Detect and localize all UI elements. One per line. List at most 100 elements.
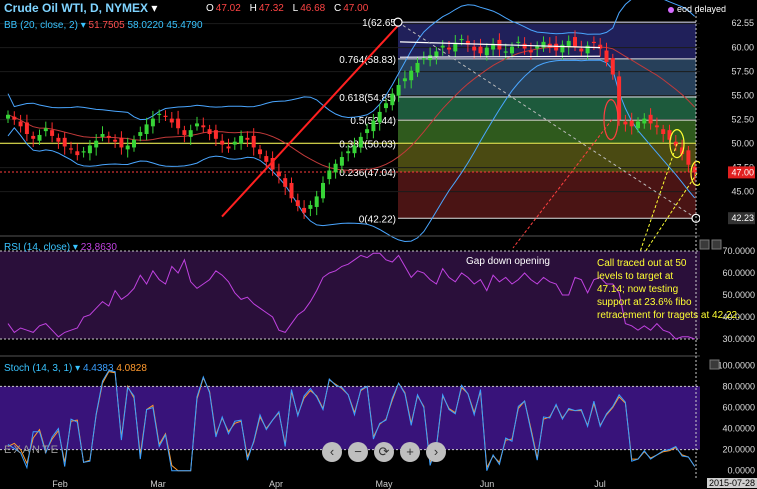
symbol-title[interactable]: Crude Oil WTI, D, NYMEX [4, 1, 148, 15]
stoch-dropdown-icon[interactable]: ▾ [75, 363, 80, 374]
candle-body [220, 140, 225, 145]
low-value: 46.68 [300, 3, 326, 14]
candle-body [308, 205, 313, 209]
candle-body [157, 113, 162, 116]
open-value: 47.02 [215, 3, 241, 14]
high-value: 47.32 [258, 3, 284, 14]
eod-delayed-badge: eod delayed [668, 4, 726, 14]
candle-body [100, 134, 105, 137]
candle-body [573, 37, 577, 47]
candle-body [453, 42, 458, 52]
stoch-legend[interactable]: Stoch (14, 3, 1) ▾ 4.4383 4.0828 [4, 363, 147, 374]
bb-label: BB (20, close, 2) [4, 20, 78, 31]
candle-body [402, 78, 407, 82]
scroll-left-button[interactable]: ‹ [322, 442, 342, 462]
month-tick-label: Apr [269, 479, 283, 489]
candle-body [18, 121, 23, 127]
zoom-in-button[interactable]: + [400, 442, 420, 462]
candle-body [169, 118, 174, 123]
price-axis-label: 50.00 [731, 139, 754, 149]
candle-body [321, 182, 325, 199]
candle-body [327, 170, 332, 180]
price-axis-label: 62.55 [731, 18, 754, 28]
candle-body [113, 139, 118, 142]
candle-body [629, 120, 634, 127]
candle-body [522, 43, 527, 49]
candle-body [75, 151, 80, 156]
candle-body [434, 51, 439, 58]
candle-body [276, 171, 281, 177]
candle-body [516, 41, 521, 44]
candle-body [346, 151, 351, 154]
candle-body [510, 46, 514, 54]
gap-annotation: Gap down opening [466, 256, 550, 267]
bb-upper-value: 58.0220 [127, 20, 164, 31]
fib-anchor-top [393, 17, 403, 27]
candle-body [31, 135, 36, 139]
candle-body [566, 40, 571, 47]
candle-body [69, 148, 73, 150]
exante-logo: EXANTE [4, 444, 61, 456]
call-annotation: Call traced out at 50 levels to target a… [597, 258, 740, 321]
symbol-header[interactable]: Crude Oil WTI, D, NYMEX ▾ [4, 1, 157, 15]
scroll-right-button[interactable]: › [426, 442, 446, 462]
candle-body [144, 124, 149, 134]
candle-body [94, 140, 99, 148]
candle-body [245, 137, 250, 140]
candle-body [339, 157, 344, 166]
bb-dropdown-icon[interactable]: ▾ [81, 20, 86, 31]
candle-body [251, 135, 256, 148]
candle-body [478, 46, 483, 54]
candle-body [6, 114, 10, 119]
candle-body [119, 137, 124, 148]
pane-control-icon [711, 239, 722, 250]
rsi-dropdown-icon[interactable]: ▾ [73, 242, 78, 253]
price-axis-label: 55.00 [731, 91, 754, 101]
pane-control-icon [709, 359, 720, 370]
candle-body [207, 129, 212, 134]
candle-body [377, 111, 382, 123]
candle-body [43, 128, 48, 132]
rsi-axis-label: 70.0000 [722, 246, 755, 256]
candle-body [314, 196, 319, 207]
rsi-legend[interactable]: RSI (14, close) ▾ 23.8630 [4, 242, 117, 253]
candle-body [138, 132, 143, 136]
candle-body [182, 130, 187, 135]
reset-button[interactable]: ⟳ [374, 442, 394, 462]
rsi-value: 23.8630 [80, 242, 117, 253]
status-dot-icon [668, 6, 674, 13]
candle-body [396, 85, 401, 96]
candle-body [258, 149, 262, 155]
candle-body [636, 121, 640, 129]
candle-body [201, 125, 206, 128]
zoom-out-button[interactable]: − [348, 442, 368, 462]
candle-body [283, 178, 288, 187]
candle-body [295, 200, 300, 206]
candle-body [440, 45, 445, 48]
candle-body [50, 130, 55, 136]
last-price-label: 47.00 [731, 167, 754, 177]
fib-zone-band [398, 120, 696, 144]
candle-body [12, 116, 17, 120]
candle-body [554, 43, 559, 51]
rsi-label: RSI (14, close) [4, 242, 71, 253]
candle-body [459, 38, 464, 41]
candle-body [384, 103, 388, 109]
candle-body [610, 58, 615, 75]
month-tick-label: Feb [52, 479, 68, 489]
close-value: 47.00 [343, 3, 369, 14]
candle-body [415, 62, 420, 73]
candle-body [528, 50, 533, 53]
bb-legend[interactable]: BB (20, close, 2) ▾ 51.7505 58.0220 45.4… [4, 20, 203, 31]
rsi-zone [0, 251, 700, 339]
symbol-dropdown-icon[interactable]: ▾ [151, 1, 157, 15]
candle-body [409, 70, 414, 81]
price-axis-label: 45.00 [731, 187, 754, 197]
candle-body [648, 114, 653, 124]
stoch-axis-label: 60.0000 [722, 402, 755, 412]
candle-body [188, 130, 193, 137]
candle-body [358, 136, 363, 148]
candle-body [195, 123, 199, 127]
stoch-axis-label: 20.0000 [722, 445, 755, 455]
fib-zone-band [398, 58, 696, 98]
